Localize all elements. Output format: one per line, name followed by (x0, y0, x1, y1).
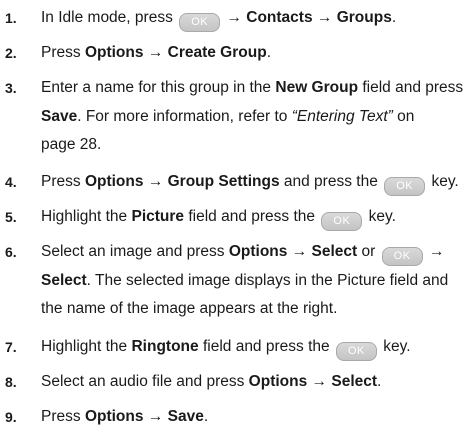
step-text: In Idle mode, press OK → Contacts → Grou… (41, 4, 471, 33)
step-text: Highlight the Ringtone field and press t… (41, 333, 471, 362)
arrow-icon: → (147, 44, 164, 61)
step-text: Enter a name for this group in the New G… (41, 79, 464, 153)
step-text: Press Options → Group Settings and press… (41, 168, 471, 197)
arrow-icon: → (291, 243, 308, 260)
step-number: 5. (5, 209, 17, 225)
step-text: Press Options → Create Group. (41, 44, 271, 61)
step-text: Select an image and press Options → Sele… (41, 243, 449, 317)
ok-key-icon: OK (321, 212, 363, 231)
cross-reference-link: “Entering Text” (291, 107, 393, 125)
ok-key-icon: OK (335, 342, 377, 361)
arrow-icon: → (316, 9, 333, 26)
step-number: 6. (5, 244, 17, 260)
step-text: Highlight the Picture field and press th… (41, 203, 471, 232)
ok-key-icon: OK (381, 247, 423, 266)
arrow-icon: → (226, 9, 242, 26)
step-number: 7. (5, 339, 17, 355)
arrow-icon: → (147, 408, 164, 425)
step-number: 8. (5, 374, 17, 390)
arrow-icon: → (428, 243, 445, 260)
step-number: 4. (5, 174, 17, 190)
step-number: 2. (5, 45, 17, 61)
arrow-icon: → (311, 373, 328, 390)
arrow-icon: → (147, 173, 164, 190)
step-number: 1. (5, 10, 17, 26)
step-text: Select an audio file and press Options →… (41, 373, 382, 390)
ok-key-icon: OK (179, 13, 221, 32)
ok-key-icon: OK (384, 177, 426, 196)
step-text: Press Options → Save. (41, 408, 209, 425)
step-number: 9. (5, 409, 17, 425)
step-number: 3. (5, 80, 17, 96)
